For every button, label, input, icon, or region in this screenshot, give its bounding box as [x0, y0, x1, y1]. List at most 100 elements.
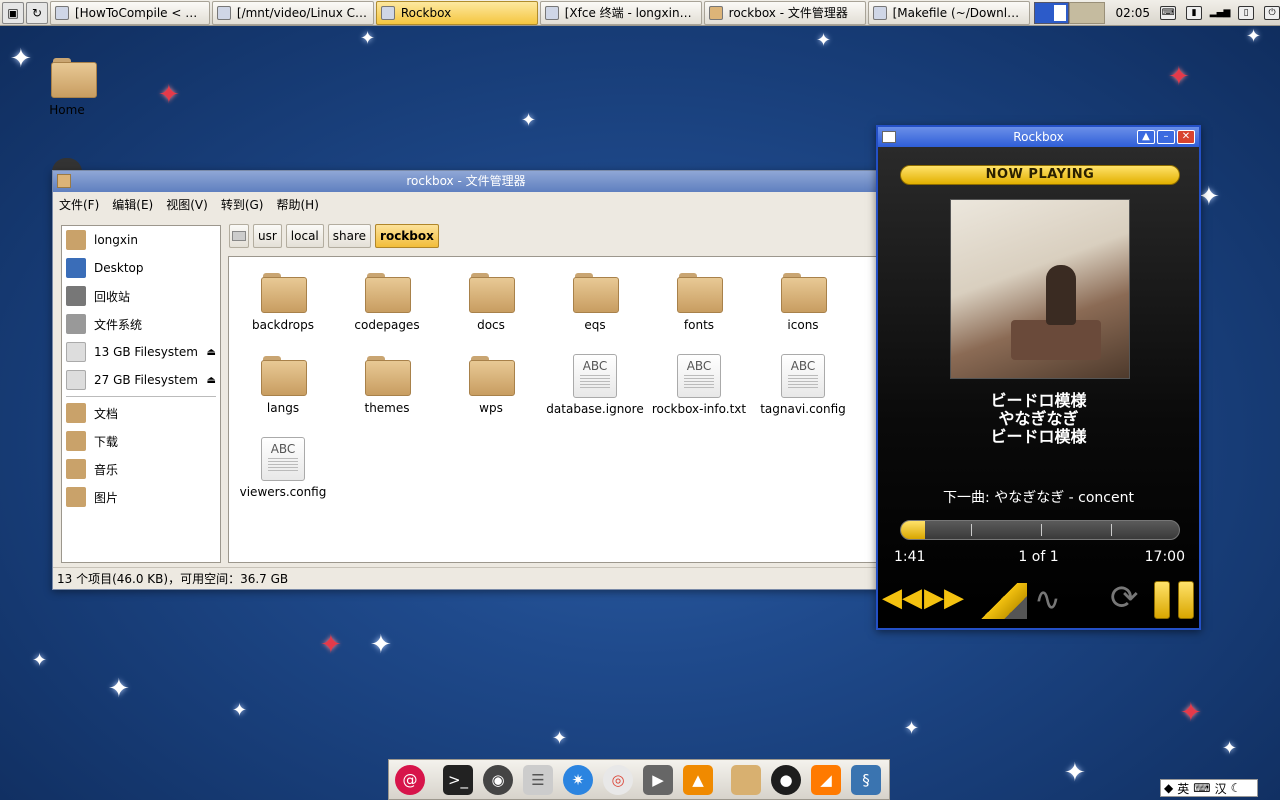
chrome-icon[interactable]: ◎	[603, 764, 633, 795]
task-button[interactable]: [Xfce 终端 - longxin@…	[539, 0, 702, 25]
keyboard-icon[interactable]: ⌨	[1160, 5, 1177, 20]
file-item[interactable]: ABC viewers.config	[231, 437, 335, 499]
folder-icon	[365, 271, 411, 313]
sidebar-item-desktop[interactable]: Desktop	[62, 254, 220, 282]
reload-icon[interactable]: ↻	[25, 1, 48, 24]
repeat-icon[interactable]: ⟳	[1110, 581, 1139, 615]
folder-icon[interactable]	[731, 764, 761, 795]
desktop-home-icon[interactable]: Home	[42, 56, 97, 117]
playback-controls: ◀◀ ▶▶ ∿ ⟳	[878, 577, 1199, 623]
status-bar: 13 个项目(46.0 KB)，可用空间：36.7 GB	[53, 567, 879, 589]
path-share[interactable]: share	[327, 224, 372, 248]
vlc-icon[interactable]: ▲	[683, 764, 713, 795]
task-button[interactable]: [Makefile (~/Downlo…	[867, 0, 1030, 25]
drive-root-button[interactable]	[229, 224, 249, 248]
file-item[interactable]: ABC database.ignore	[543, 354, 647, 416]
star-decoration: ✦	[1168, 62, 1190, 92]
sidebar-item-pictures[interactable]: 图片	[62, 483, 220, 511]
power-icon[interactable]: ⏻	[1264, 5, 1280, 20]
media-player-icon[interactable]: ▶	[643, 764, 673, 795]
lock-icon[interactable]: ▯	[1238, 5, 1255, 20]
file-cabinet-icon[interactable]: ☰	[523, 764, 553, 795]
clock[interactable]: 02:05	[1115, 6, 1150, 20]
workspace-pager-1[interactable]	[1033, 1, 1070, 24]
task-button[interactable]: [/mnt/video/Linux C…	[211, 0, 374, 25]
progress-bar[interactable]	[900, 520, 1180, 540]
sidebar-item-downloads[interactable]: 下载	[62, 427, 220, 455]
workspace-pager-2[interactable]	[1069, 1, 1106, 24]
sidebar-item-trash[interactable]: 回收站	[62, 282, 220, 310]
star-decoration: ✦	[10, 44, 32, 74]
window-titlebar[interactable]: rockbox - 文件管理器	[53, 171, 879, 192]
path-usr[interactable]: usr	[253, 224, 282, 248]
minimize-button[interactable]: –	[1157, 130, 1175, 144]
star-decoration: ✦	[1222, 738, 1238, 759]
monitor-icon[interactable]: ▣	[2, 1, 24, 24]
menu-view[interactable]: 视图(V)	[166, 196, 208, 213]
sidebar-item-documents[interactable]: 文档	[62, 399, 220, 427]
next-icon[interactable]: ▶▶	[924, 585, 964, 611]
camera-icon[interactable]: ◉	[483, 764, 513, 795]
file-item[interactable]: themes	[335, 354, 439, 415]
path-rockbox[interactable]: rockbox	[375, 224, 439, 248]
star-decoration: ✦	[1180, 698, 1202, 728]
folder-icon	[573, 271, 619, 313]
star-decoration: ✦	[816, 30, 832, 51]
task-button[interactable]: rockbox - 文件管理器	[703, 0, 866, 25]
menu-file[interactable]: 文件(F)	[59, 196, 99, 213]
debian-icon[interactable]: @	[395, 764, 425, 795]
file-item[interactable]: icons	[751, 271, 855, 332]
file-view: backdrops codepages docs eqs fonts icons…	[228, 256, 878, 563]
eject-icon[interactable]: ⏏	[207, 347, 216, 358]
volume-icon[interactable]	[971, 583, 1027, 619]
python-icon[interactable]: §	[851, 764, 881, 795]
file-item[interactable]: ABC rockbox-info.txt	[647, 354, 751, 416]
folder-icon	[469, 271, 515, 313]
text-file-icon: ABC	[261, 437, 305, 481]
documents-folder-icon	[66, 403, 86, 423]
total-time: 17:00	[1144, 549, 1185, 565]
drive-icon	[66, 370, 86, 390]
window-titlebar[interactable]: Rockbox ▲ – ✕	[878, 127, 1199, 147]
sidebar-item-27gb[interactable]: 27 GB Filesystem ⏏	[62, 366, 220, 394]
task-button-active[interactable]: Rockbox	[375, 0, 538, 25]
file-item[interactable]: ABC tagnavi.config	[751, 354, 855, 416]
shuffle-icon[interactable]: ∿	[1034, 583, 1061, 615]
file-item[interactable]: docs	[439, 271, 543, 332]
sidebar-item-longxin[interactable]: longxin	[62, 226, 220, 254]
close-button[interactable]: ✕	[1177, 130, 1195, 144]
task-button[interactable]: [HowToCompile < Ma…	[49, 0, 210, 25]
file-item[interactable]: wps	[439, 354, 543, 415]
trash-icon	[66, 286, 86, 306]
sidebar-item-music[interactable]: 音乐	[62, 455, 220, 483]
star-decoration: ✦	[32, 650, 48, 671]
input-method-bar[interactable]: ◆ 英 ⌨ 汉 ☾	[1160, 779, 1258, 797]
file-item[interactable]: langs	[231, 354, 335, 415]
previous-icon[interactable]: ◀◀	[882, 585, 922, 611]
maximize-button[interactable]: ▲	[1137, 130, 1155, 144]
sidebar-item-13gb[interactable]: 13 GB Filesystem ⏏	[62, 338, 220, 366]
path-local[interactable]: local	[285, 224, 324, 248]
pause-bar-icon[interactable]	[1178, 581, 1194, 619]
sidebar-item-filesystem[interactable]: 文件系统	[62, 310, 220, 338]
text-file-icon: ABC	[781, 354, 825, 398]
file-item[interactable]: fonts	[647, 271, 751, 332]
ime-language[interactable]: 英	[1177, 780, 1189, 797]
safari-icon[interactable]: ✷	[563, 764, 593, 795]
signal-icon[interactable]: ▂▄▆	[1210, 6, 1231, 20]
file-item[interactable]: eqs	[543, 271, 647, 332]
ime-mode[interactable]: 汉	[1215, 780, 1227, 797]
eject-icon[interactable]: ⏏	[207, 375, 216, 386]
menu-edit[interactable]: 编辑(E)	[112, 196, 153, 213]
file-item[interactable]: backdrops	[231, 271, 335, 332]
matlab-icon[interactable]: ◢	[811, 764, 841, 795]
menu-help[interactable]: 帮助(H)	[276, 196, 318, 213]
terminal-icon[interactable]: >_	[443, 764, 473, 795]
qq-icon[interactable]: ●	[771, 764, 801, 795]
battery-icon[interactable]: ▮	[1186, 5, 1203, 20]
file-item[interactable]: codepages	[335, 271, 439, 332]
keyboard-icon[interactable]: ⌨	[1193, 781, 1210, 795]
pause-bar-icon[interactable]	[1154, 581, 1170, 619]
menu-go[interactable]: 转到(G)	[221, 196, 264, 213]
folder-icon	[708, 5, 723, 20]
